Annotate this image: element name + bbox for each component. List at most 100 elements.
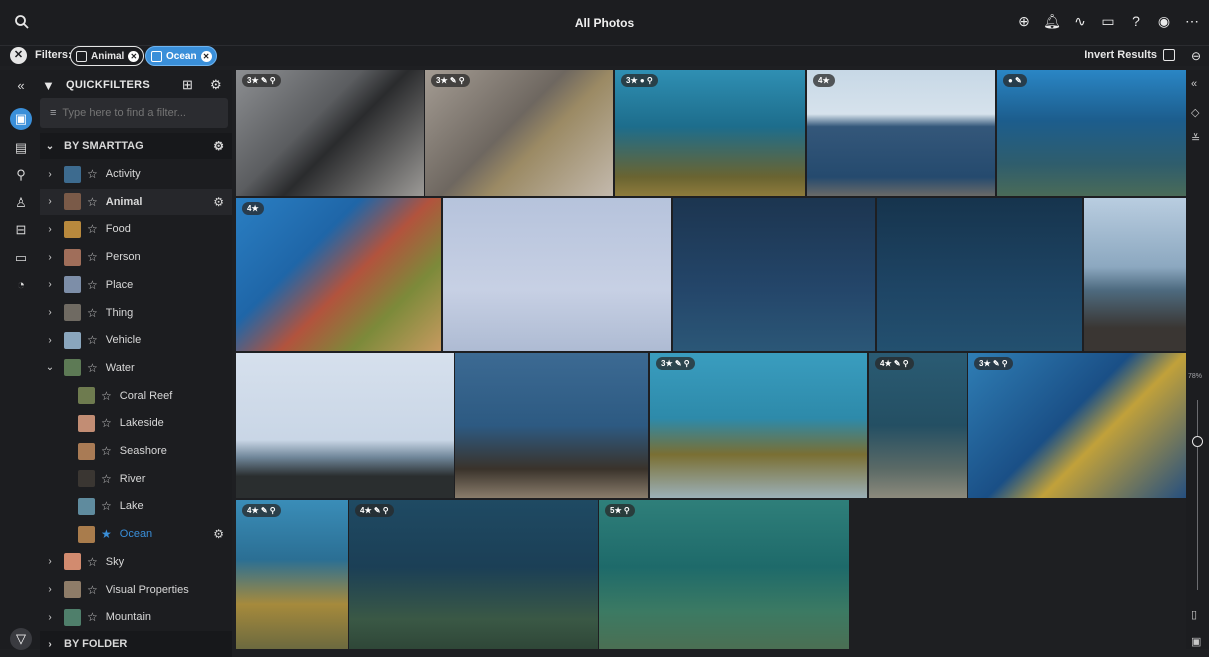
- photo-thumbnail[interactable]: 4★ ✎ ⚲: [349, 500, 598, 649]
- gear-icon[interactable]: ⚙: [210, 77, 222, 93]
- chevron-right-icon[interactable]: ›: [44, 169, 56, 180]
- filter-icon[interactable]: ▽: [10, 628, 32, 650]
- chevron-right-icon[interactable]: ›: [44, 224, 56, 235]
- tag-icon[interactable]: ◇: [1191, 106, 1199, 119]
- collapse-icon[interactable]: «: [13, 78, 29, 94]
- photo-thumbnail[interactable]: 4★: [807, 70, 995, 196]
- section-by-folder[interactable]: › BY FOLDER: [40, 631, 232, 657]
- filter-chip-ocean[interactable]: Ocean ✕: [145, 46, 217, 66]
- clipboard-icon[interactable]: ▯: [1191, 608, 1197, 621]
- quickfilter-item-sky[interactable]: › ☆ Sky: [40, 549, 232, 575]
- pin-star-icon[interactable]: ☆: [87, 361, 98, 375]
- quickfilter-item-food[interactable]: › ☆ Food: [40, 216, 232, 242]
- pin-star-icon[interactable]: ☆: [101, 389, 112, 403]
- close-icon[interactable]: ✕: [128, 50, 140, 62]
- photos-icon[interactable]: ▣: [10, 108, 32, 130]
- pin-star-icon[interactable]: ☆: [101, 472, 112, 486]
- pin-star-icon[interactable]: ☆: [87, 278, 98, 292]
- quickfilter-item-seashore[interactable]: ☆ Seashore: [40, 438, 232, 464]
- quickfilter-item-activity[interactable]: › ☆ Activity: [40, 161, 232, 187]
- quickfilter-item-visual-properties[interactable]: › ☆ Visual Properties: [40, 577, 232, 603]
- quickfilter-item-mountain[interactable]: › ☆ Mountain: [40, 604, 232, 630]
- photo-thumbnail[interactable]: 4★ ✎ ⚲: [236, 500, 348, 649]
- account-icon[interactable]: ◉: [1155, 12, 1173, 30]
- pin-star-icon[interactable]: ☆: [87, 583, 98, 597]
- more-icon[interactable]: ⋯: [1183, 12, 1201, 30]
- photo-thumbnail[interactable]: 3★ ✎ ⚲: [650, 353, 867, 498]
- photo-thumbnail[interactable]: 3★ ● ⚲: [615, 70, 805, 196]
- filter-search-input[interactable]: [62, 107, 213, 119]
- photo-thumbnail[interactable]: [455, 353, 648, 498]
- quickfilter-item-place[interactable]: › ☆ Place: [40, 272, 232, 298]
- invert-results-toggle[interactable]: Invert Results: [1084, 49, 1175, 61]
- gauge-icon[interactable]: ◔: [13, 277, 29, 293]
- photo-thumbnail[interactable]: 5★ ⚲: [599, 500, 849, 649]
- photo-thumbnail[interactable]: [1084, 198, 1186, 351]
- photo-thumbnail[interactable]: 3★ ✎ ⚲: [425, 70, 613, 196]
- chevron-right-icon[interactable]: ›: [44, 307, 56, 318]
- pin-star-icon[interactable]: ☆: [87, 195, 98, 209]
- photo-thumbnail[interactable]: 3★ ✎ ⚲: [236, 70, 424, 196]
- chevron-right-icon[interactable]: ›: [44, 556, 56, 567]
- chevron-right-icon[interactable]: ›: [44, 335, 56, 346]
- panel-icon[interactable]: ▣: [1191, 635, 1201, 648]
- add-icon[interactable]: ⊕: [1015, 12, 1033, 30]
- chevron-right-icon[interactable]: ›: [44, 279, 56, 290]
- photo-thumbnail[interactable]: [673, 198, 875, 351]
- photo-thumbnail[interactable]: [877, 198, 1082, 351]
- folder-icon[interactable]: ▭: [13, 250, 29, 266]
- close-icon[interactable]: ✕: [200, 50, 212, 62]
- quickfilter-item-ocean[interactable]: ★ Ocean ⚙: [40, 521, 232, 547]
- bell-icon[interactable]: 🔔︎: [1043, 12, 1061, 30]
- location-icon[interactable]: ⚲: [13, 167, 29, 183]
- pin-star-icon[interactable]: ☆: [101, 416, 112, 430]
- pin-star-icon[interactable]: ☆: [87, 610, 98, 624]
- section-by-smarttag[interactable]: ⌄ BY SMARTTAG ⚙: [40, 133, 232, 159]
- quickfilter-item-lake[interactable]: ☆ Lake: [40, 493, 232, 519]
- person-icon[interactable]: ♙: [13, 195, 29, 211]
- sort-icon[interactable]: ⊞: [182, 77, 193, 93]
- quickfilter-item-lakeside[interactable]: ☆ Lakeside: [40, 410, 232, 436]
- pin-star-icon[interactable]: ☆: [87, 306, 98, 320]
- photo-thumbnail[interactable]: ● ✎: [997, 70, 1186, 196]
- collapse-right-icon[interactable]: «: [1191, 78, 1197, 90]
- pin-star-icon[interactable]: ☆: [101, 499, 112, 513]
- chevron-right-icon[interactable]: ›: [44, 196, 56, 207]
- activity-icon[interactable]: ∿: [1071, 12, 1089, 30]
- quickfilter-item-person[interactable]: › ☆ Person: [40, 244, 232, 270]
- photo-thumbnail[interactable]: [443, 198, 671, 351]
- adjustments-icon[interactable]: ≚: [1191, 132, 1200, 145]
- help-icon[interactable]: ?: [1127, 12, 1145, 30]
- pin-star-icon[interactable]: ★: [101, 527, 112, 541]
- chevron-down-icon[interactable]: ⌄: [44, 362, 56, 373]
- pin-star-icon[interactable]: ☆: [87, 222, 98, 236]
- photo-thumbnail[interactable]: 3★ ✎ ⚲: [968, 353, 1186, 498]
- quickfilter-item-river[interactable]: ☆ River: [40, 466, 232, 492]
- pin-star-icon[interactable]: ☆: [87, 250, 98, 264]
- pin-star-icon[interactable]: ☆: [87, 333, 98, 347]
- quickfilter-item-animal[interactable]: › ☆ Animal ⚙: [40, 188, 232, 215]
- checkbox-icon[interactable]: [1163, 49, 1175, 61]
- filter-chip-animal[interactable]: Animal ✕: [70, 46, 145, 66]
- pin-star-icon[interactable]: ☆: [87, 555, 98, 569]
- quickfilter-item-thing[interactable]: › ☆ Thing: [40, 300, 232, 326]
- pin-star-icon[interactable]: ☆: [101, 444, 112, 458]
- chevron-right-icon[interactable]: ›: [44, 584, 56, 595]
- photo-thumbnail[interactable]: 4★ ✎ ⚲: [869, 353, 967, 498]
- devices-icon[interactable]: ▭: [1099, 12, 1117, 30]
- filter-search-field[interactable]: ≡: [40, 98, 228, 128]
- quickfilter-item-vehicle[interactable]: › ☆ Vehicle: [40, 327, 232, 353]
- gear-icon[interactable]: ⚙: [213, 527, 224, 541]
- calendar-icon[interactable]: ▤: [13, 140, 29, 156]
- quickfilter-item-coral-reef[interactable]: ☆ Coral Reef: [40, 383, 232, 409]
- pin-star-icon[interactable]: ☆: [87, 167, 98, 181]
- gear-icon[interactable]: ⚙: [213, 195, 224, 209]
- chevron-right-icon[interactable]: ›: [44, 252, 56, 263]
- zoom-slider-handle[interactable]: [1192, 436, 1203, 447]
- photo-thumbnail[interactable]: [236, 353, 454, 498]
- photo-thumbnail[interactable]: 4★: [236, 198, 441, 351]
- chevron-right-icon[interactable]: ›: [44, 612, 56, 623]
- quickfilter-item-water[interactable]: ⌄ ☆ Water: [40, 355, 232, 381]
- gear-icon[interactable]: ⚙: [213, 139, 224, 153]
- link-icon[interactable]: ⊖: [1191, 49, 1201, 63]
